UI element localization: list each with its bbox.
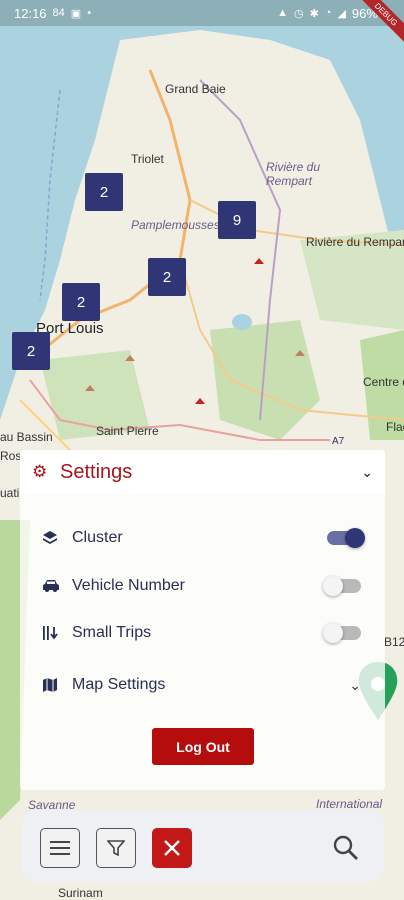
chevron-down-icon[interactable]: ⌄ xyxy=(361,464,373,481)
bottom-toolbar xyxy=(22,810,384,882)
road-label: A7 xyxy=(330,436,347,447)
place-label: Rivière du Rempart xyxy=(306,235,404,249)
alarm-icon: ◷ xyxy=(293,7,304,20)
status-bar: 12:16 84 ▣ • ▲ ◷ ✱ ◔ ◢ 96% ▮ xyxy=(0,0,404,26)
place-label: International xyxy=(316,797,383,811)
logout-button[interactable]: Log Out xyxy=(152,728,254,765)
setting-row-map-settings[interactable]: Map Settings ⌄ xyxy=(20,670,385,700)
setting-row-cluster[interactable]: Cluster xyxy=(20,523,385,553)
lock-icon: ▲ xyxy=(277,7,288,19)
place-label: B12 xyxy=(384,635,404,649)
place-label: au Bassin xyxy=(0,430,53,444)
menu-button[interactable] xyxy=(40,828,80,868)
place-label: Centre de xyxy=(363,375,404,389)
layers-icon xyxy=(42,530,72,546)
close-icon xyxy=(164,840,180,856)
place-label: Grand Baie xyxy=(165,82,226,96)
small-trips-toggle[interactable] xyxy=(323,623,361,643)
place-label: Flac xyxy=(386,420,404,434)
settings-title: Settings xyxy=(60,460,133,483)
vehicle-number-toggle[interactable] xyxy=(323,576,361,596)
setting-label: Map Settings xyxy=(72,676,166,693)
filter-icon xyxy=(107,840,125,857)
cluster-marker[interactable]: 2 xyxy=(148,258,186,296)
clock: 12:16 xyxy=(14,5,47,21)
settings-header[interactable]: ⚙ Settings ⌄ xyxy=(20,450,385,494)
image-icon: ▣ xyxy=(70,7,82,20)
setting-row-small-trips[interactable]: Small Trips xyxy=(20,618,385,648)
close-button[interactable] xyxy=(152,828,192,868)
map-icon xyxy=(42,677,72,693)
setting-row-vehicle-number[interactable]: Vehicle Number xyxy=(20,571,385,601)
place-label: uati xyxy=(0,486,20,500)
gear-icon: ⚙ xyxy=(32,462,48,481)
filter-button[interactable] xyxy=(96,828,136,868)
small-trips-icon xyxy=(42,625,72,641)
place-label: Saint Pierre xyxy=(96,424,159,438)
notification-count: 84 xyxy=(52,7,65,19)
setting-label: Small Trips xyxy=(72,624,152,641)
wifi-icon: ◔ xyxy=(324,7,332,19)
search-button[interactable] xyxy=(326,828,366,868)
search-icon xyxy=(333,835,358,860)
place-label: Rivière du Rempart xyxy=(266,160,321,188)
cluster-marker[interactable]: 2 xyxy=(85,173,123,211)
dot-icon: • xyxy=(87,7,92,19)
place-label: Surinam xyxy=(58,886,103,900)
bluetooth-icon: ✱ xyxy=(309,7,319,20)
car-icon xyxy=(42,579,72,593)
settings-panel: ⚙ Settings ⌄ Cluster Vehicle Number Smal… xyxy=(20,450,385,790)
cluster-marker[interactable]: 2 xyxy=(62,283,100,321)
place-label: Triolet xyxy=(131,152,164,166)
signal-icon: ◢ xyxy=(337,7,346,20)
setting-label: Cluster xyxy=(72,529,123,546)
cluster-marker[interactable]: 9 xyxy=(218,201,256,239)
menu-icon xyxy=(50,841,70,855)
chevron-down-icon[interactable]: ⌄ xyxy=(349,677,361,694)
place-label: Pamplemousses xyxy=(131,218,220,232)
cluster-marker[interactable]: 2 xyxy=(12,332,50,370)
cluster-toggle[interactable] xyxy=(327,528,365,548)
setting-label: Vehicle Number xyxy=(72,577,185,594)
